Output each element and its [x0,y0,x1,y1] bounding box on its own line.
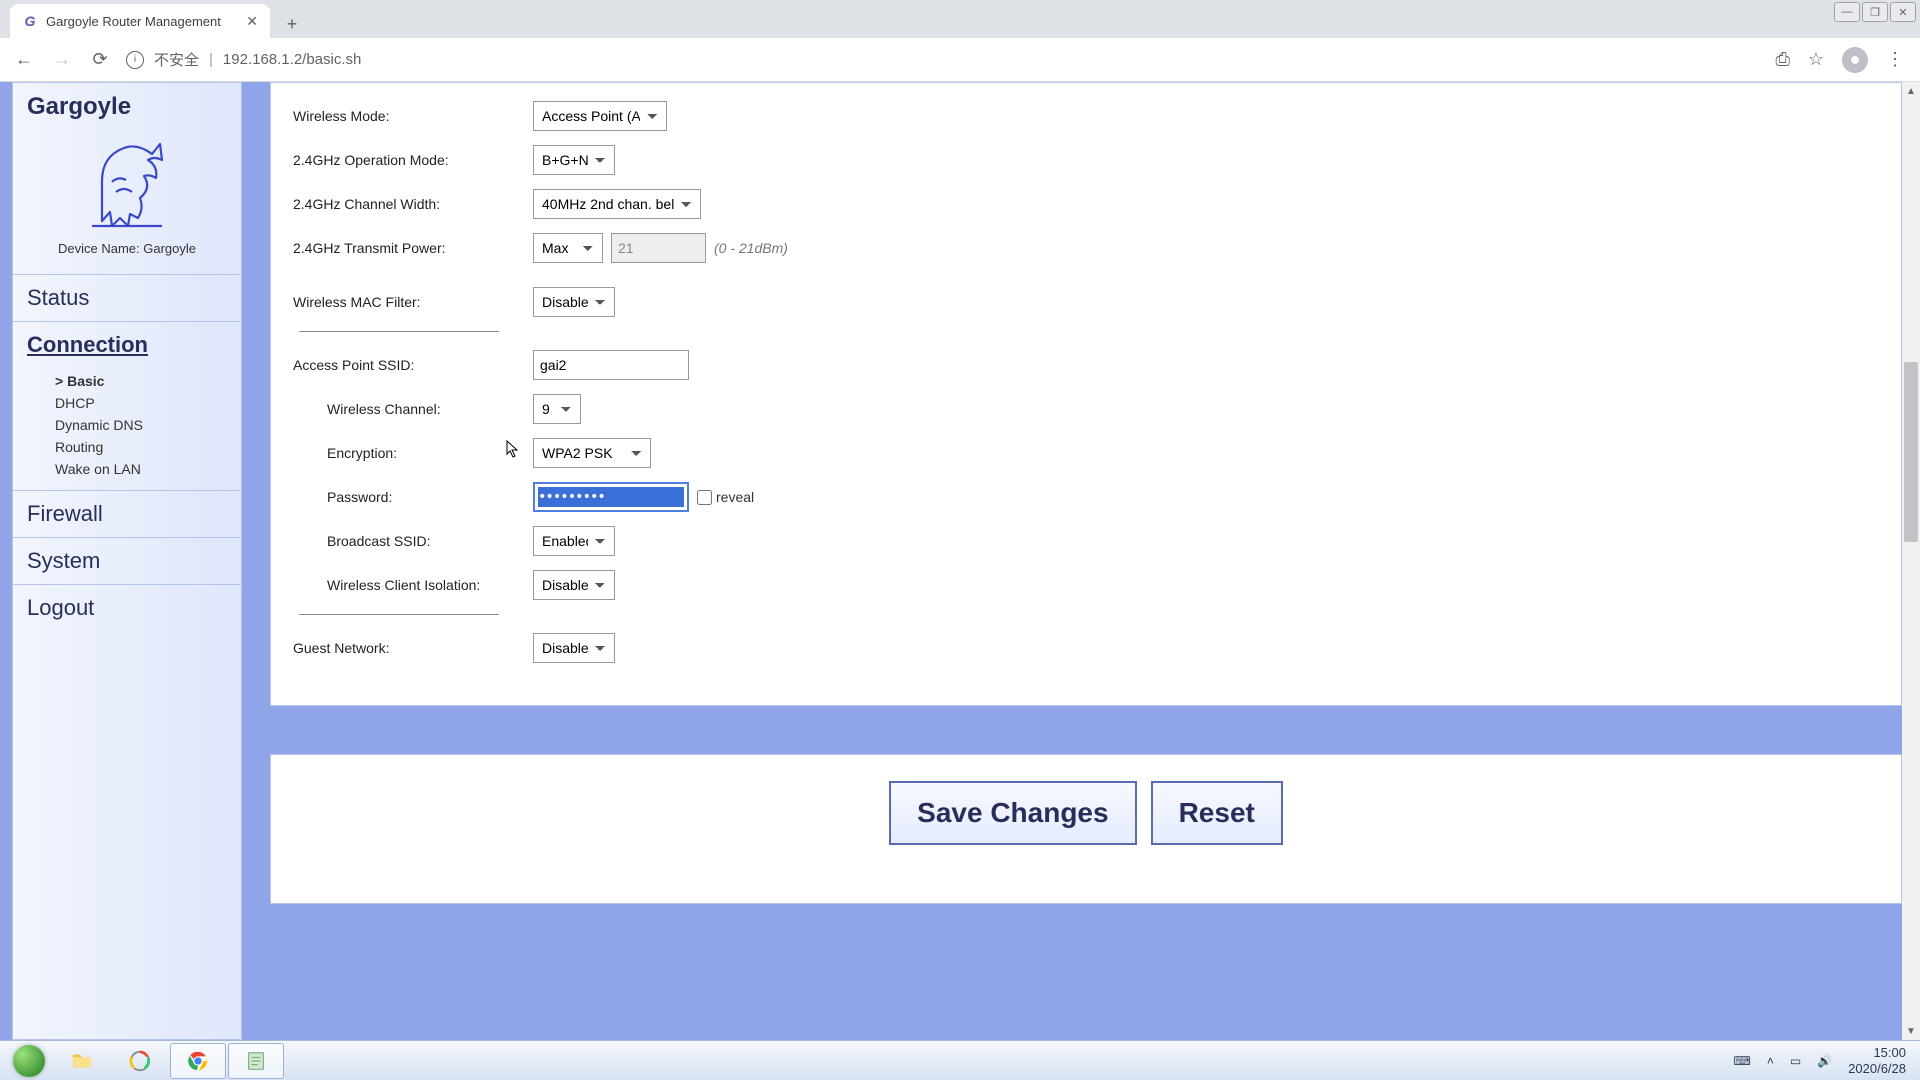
password-input[interactable] [533,482,689,512]
wireless-mode-select[interactable]: Access Point (AP) [533,101,667,131]
menu-icon[interactable]: ⋮ [1886,49,1904,70]
tray-clock[interactable]: 15:00 2020/6/28 [1848,1045,1906,1076]
nav-firewall[interactable]: Firewall [13,491,241,537]
forward-button[interactable]: → [50,48,74,72]
site-security-text: 不安全 [154,49,199,70]
nav-connection-basic[interactable]: Basic [55,370,241,392]
section-divider [299,331,499,332]
start-button[interactable] [6,1043,52,1079]
tray-time: 15:00 [1848,1045,1906,1061]
client-isolation-label: Wireless Client Isolation: [327,577,533,593]
address-bar: ← → ⟳ i 不安全 | 192.168.1.2/basic.sh ⎙ ☆ ●… [0,38,1920,82]
transmit-power-select[interactable]: Max [533,233,603,263]
tray-action-center-icon[interactable]: ▭ [1790,1054,1801,1068]
mac-filter-label: Wireless MAC Filter: [293,294,533,310]
main-content: Wireless Mode: Access Point (AP) 2.4GHz … [270,82,1902,1040]
system-tray: ⌨ ˄ ▭ 🔊 15:00 2020/6/28 [1734,1045,1914,1076]
nav-connection-routing[interactable]: Routing [55,436,241,458]
translate-icon[interactable]: ⎙ [1775,49,1789,70]
action-button-panel: Save Changes Reset [270,754,1902,904]
taskbar: ⌨ ˄ ▭ 🔊 15:00 2020/6/28 [0,1040,1920,1080]
reveal-password-label: reveal [716,489,754,505]
wireless-channel-label: Wireless Channel: [327,401,533,417]
section-divider [299,614,499,615]
brand-logo [27,121,227,241]
taskbar-chrome[interactable] [170,1043,226,1079]
broadcast-ssid-select[interactable]: Enabled [533,526,615,556]
browser-tab[interactable]: G Gargoyle Router Management ✕ [10,4,270,38]
window-minimize-button[interactable]: — [1834,2,1860,22]
brand-title: Gargoyle [27,93,227,121]
operation-mode-label: 2.4GHz Operation Mode: [293,152,533,168]
taskbar-app-1[interactable] [112,1043,168,1079]
reset-button[interactable]: Reset [1151,781,1283,845]
nav-connection-dhcp[interactable]: DHCP [55,392,241,414]
new-tab-button[interactable]: + [278,10,306,38]
channel-width-label: 2.4GHz Channel Width: [293,196,533,212]
gargoyle-favicon: G [22,13,38,29]
tab-bar: G Gargoyle Router Management ✕ + — ❐ ✕ [0,0,1920,38]
tray-chevron-up-icon[interactable]: ˄ [1767,1054,1774,1068]
profile-avatar-icon[interactable]: ● [1842,47,1868,73]
guest-network-select[interactable]: Disabled [533,633,615,663]
window-close-button[interactable]: ✕ [1890,2,1916,22]
device-name-label: Device Name: Gargoyle [27,241,227,266]
channel-width-select[interactable]: 40MHz 2nd chan. below [533,189,701,219]
nav-connection-wol[interactable]: Wake on LAN [55,458,241,480]
url-bar[interactable]: i 不安全 | 192.168.1.2/basic.sh [126,49,1761,70]
taskbar-explorer[interactable] [54,1043,110,1079]
broadcast-ssid-label: Broadcast SSID: [327,533,533,549]
sidebar: Gargoyle Device Name: Gargoyle Status Co… [12,82,242,1040]
reload-button[interactable]: ⟳ [88,48,112,72]
site-info-icon[interactable]: i [126,51,144,69]
guest-network-label: Guest Network: [293,640,533,656]
back-button[interactable]: ← [12,48,36,72]
save-changes-button[interactable]: Save Changes [889,781,1136,845]
taskbar-notepad[interactable] [228,1043,284,1079]
password-label: Password: [327,489,533,505]
encryption-select[interactable]: WPA2 PSK [533,438,651,468]
url-text: 192.168.1.2/basic.sh [223,51,361,68]
ssid-label: Access Point SSID: [293,357,533,373]
transmit-power-hint: (0 - 21dBm) [714,240,788,256]
wireless-channel-select[interactable]: 9 [533,394,581,424]
transmit-power-label: 2.4GHz Transmit Power: [293,240,533,256]
wireless-mode-label: Wireless Mode: [293,108,533,124]
window-maximize-button[interactable]: ❐ [1862,2,1888,22]
wireless-settings-panel: Wireless Mode: Access Point (AP) 2.4GHz … [270,82,1902,706]
mac-filter-select[interactable]: Disabled [533,287,615,317]
tray-ime-icon[interactable]: ⌨ [1734,1054,1751,1068]
nav-connection[interactable]: Connection [13,322,241,368]
scroll-thumb[interactable] [1904,362,1918,542]
client-isolation-select[interactable]: Disabled [533,570,615,600]
transmit-power-input[interactable] [611,233,706,263]
tray-volume-icon[interactable]: 🔊 [1817,1054,1832,1068]
tab-title: Gargoyle Router Management [46,14,238,29]
scroll-up-icon[interactable]: ▲ [1902,82,1920,100]
nav-connection-ddns[interactable]: Dynamic DNS [55,414,241,436]
encryption-label: Encryption: [327,445,533,461]
nav-status[interactable]: Status [13,275,241,321]
tray-date: 2020/6/28 [1848,1061,1906,1077]
bookmark-icon[interactable]: ☆ [1808,49,1824,70]
url-divider: | [209,51,213,68]
page-scrollbar[interactable]: ▲ ▼ [1902,82,1920,1040]
nav-logout[interactable]: Logout [13,585,241,631]
ssid-input[interactable] [533,350,689,380]
reveal-password-checkbox[interactable] [697,490,712,505]
scroll-down-icon[interactable]: ▼ [1902,1022,1920,1040]
operation-mode-select[interactable]: B+G+N [533,145,615,175]
nav-system[interactable]: System [13,538,241,584]
close-tab-icon[interactable]: ✕ [246,13,258,30]
